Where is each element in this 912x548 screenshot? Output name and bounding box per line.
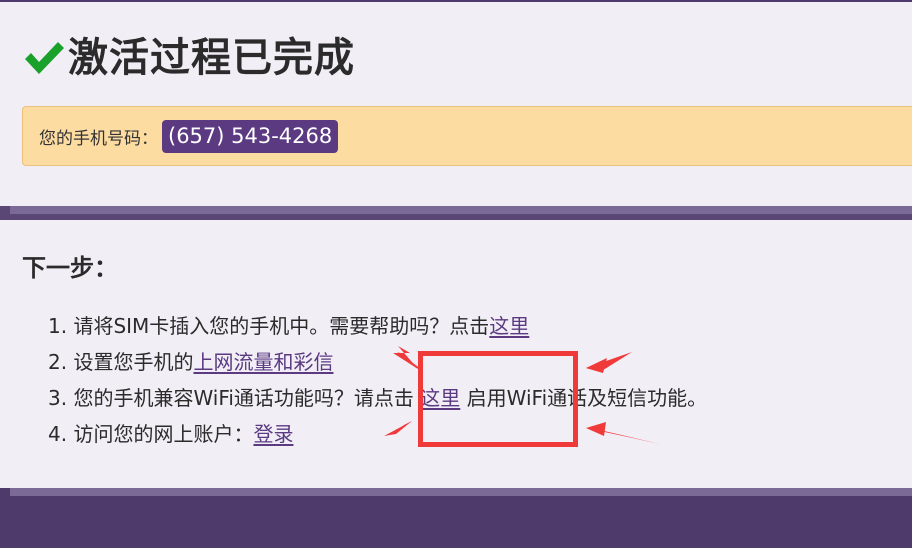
phone-number-notice: 您的手机号码： (657) 543-4268 — [22, 106, 912, 166]
next-steps-list: 1. 请将SIM卡插入您的手机中。需要帮助吗？点击这里 2. 设置您手机的上网流… — [48, 308, 707, 452]
step-text-suffix: 启用WiFi通话及短信功能。 — [460, 386, 708, 410]
page: 激活过程已完成 您的手机号码： (657) 543-4268 下一步： 1. 请… — [0, 0, 912, 548]
step-setup-data: 2. 设置您手机的上网流量和彩信 — [48, 344, 707, 380]
login-link[interactable]: 登录 — [253, 422, 293, 446]
checkmark-icon — [25, 42, 64, 74]
wifi-calling-link[interactable]: 这里 — [420, 386, 460, 410]
phone-number-badge: (657) 543-4268 — [162, 119, 339, 153]
title-row: 激活过程已完成 — [22, 30, 355, 86]
step-text: 4. 访问您的网上账户： — [48, 422, 254, 446]
step-insert-sim: 1. 请将SIM卡插入您的手机中。需要帮助吗？点击这里 — [48, 308, 707, 344]
sim-help-link[interactable]: 这里 — [489, 314, 529, 338]
next-steps-heading: 下一步： — [22, 254, 118, 282]
footer-band — [0, 488, 912, 548]
step-wifi-calling: 3. 您的手机兼容WiFi通话功能吗？请点击 这里 启用WiFi通话及短信功能。 — [48, 380, 707, 416]
top-rule — [0, 0, 912, 2]
step-text: 3. 您的手机兼容WiFi通话功能吗？请点击 — [48, 386, 421, 410]
data-mms-settings-link[interactable]: 上网流量和彩信 — [193, 350, 333, 374]
footer-band-highlight — [10, 488, 912, 496]
step-text: 2. 设置您手机的 — [48, 350, 194, 374]
step-online-account: 4. 访问您的网上账户：登录 — [48, 416, 707, 452]
phone-label: 您的手机号码： — [39, 128, 158, 149]
step-text: 1. 请将SIM卡插入您的手机中。需要帮助吗？点击 — [48, 314, 490, 338]
page-title: 激活过程已完成 — [68, 35, 355, 81]
section-divider-highlight — [10, 206, 912, 214]
